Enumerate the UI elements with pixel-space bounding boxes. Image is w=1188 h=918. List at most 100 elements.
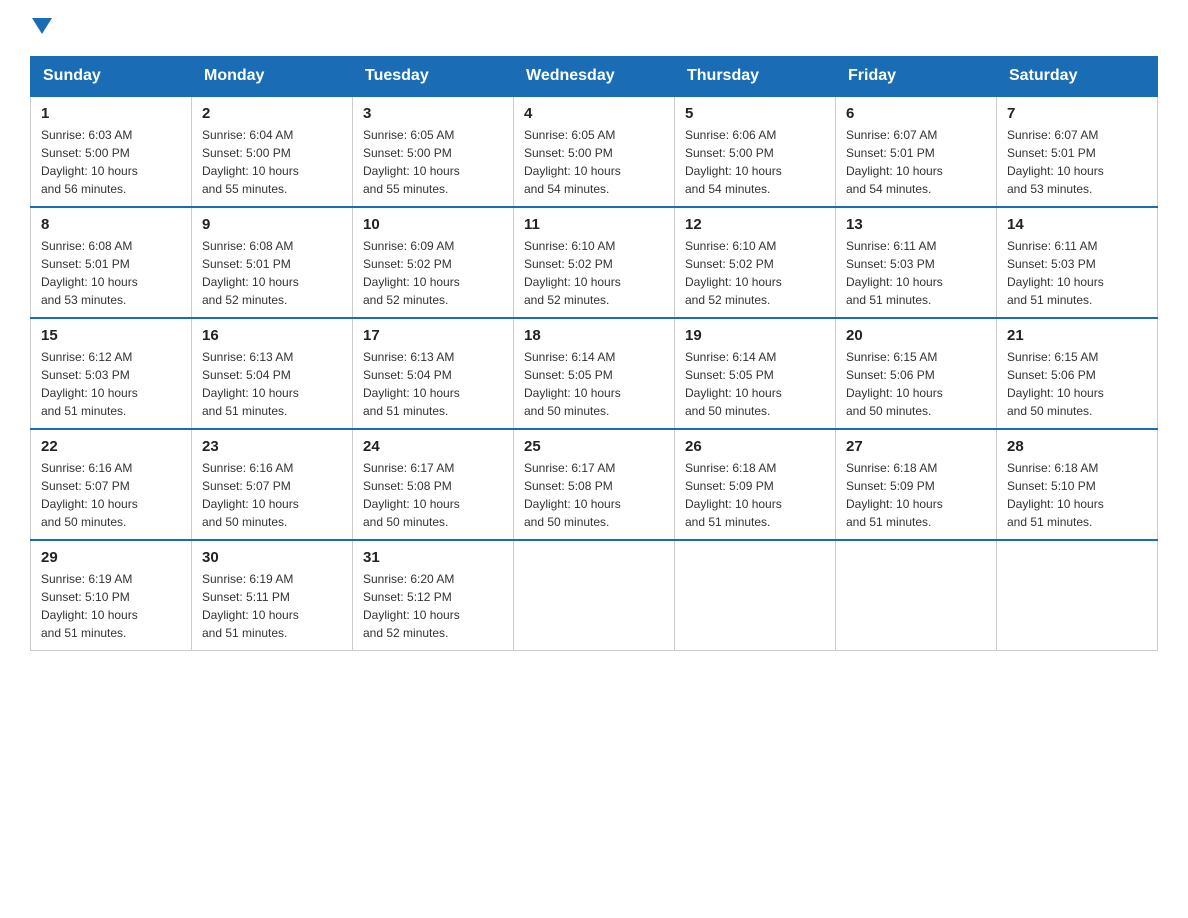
calendar-cell: 3 Sunrise: 6:05 AM Sunset: 5:00 PM Dayli… [353,96,514,207]
calendar-cell: 8 Sunrise: 6:08 AM Sunset: 5:01 PM Dayli… [31,207,192,318]
calendar-cell [514,540,675,651]
calendar-cell: 9 Sunrise: 6:08 AM Sunset: 5:01 PM Dayli… [192,207,353,318]
calendar-cell: 13 Sunrise: 6:11 AM Sunset: 5:03 PM Dayl… [836,207,997,318]
calendar-cell [836,540,997,651]
header-cell-thursday: Thursday [675,57,836,97]
calendar-cell [675,540,836,651]
day-number: 24 [363,438,503,455]
calendar-cell: 15 Sunrise: 6:12 AM Sunset: 5:03 PM Dayl… [31,318,192,429]
day-info: Sunrise: 6:07 AM Sunset: 5:01 PM Dayligh… [846,126,986,198]
day-number: 26 [685,438,825,455]
day-info: Sunrise: 6:07 AM Sunset: 5:01 PM Dayligh… [1007,126,1147,198]
day-info: Sunrise: 6:14 AM Sunset: 5:05 PM Dayligh… [685,348,825,420]
day-info: Sunrise: 6:05 AM Sunset: 5:00 PM Dayligh… [524,126,664,198]
calendar-cell: 28 Sunrise: 6:18 AM Sunset: 5:10 PM Dayl… [997,429,1158,540]
calendar-cell: 22 Sunrise: 6:16 AM Sunset: 5:07 PM Dayl… [31,429,192,540]
day-info: Sunrise: 6:12 AM Sunset: 5:03 PM Dayligh… [41,348,181,420]
calendar-cell: 18 Sunrise: 6:14 AM Sunset: 5:05 PM Dayl… [514,318,675,429]
day-number: 25 [524,438,664,455]
day-number: 23 [202,438,342,455]
calendar-header: SundayMondayTuesdayWednesdayThursdayFrid… [31,57,1158,97]
week-row-1: 1 Sunrise: 6:03 AM Sunset: 5:00 PM Dayli… [31,96,1158,207]
calendar-cell: 27 Sunrise: 6:18 AM Sunset: 5:09 PM Dayl… [836,429,997,540]
day-info: Sunrise: 6:08 AM Sunset: 5:01 PM Dayligh… [41,237,181,309]
day-info: Sunrise: 6:15 AM Sunset: 5:06 PM Dayligh… [1007,348,1147,420]
calendar-cell: 29 Sunrise: 6:19 AM Sunset: 5:10 PM Dayl… [31,540,192,651]
day-number: 19 [685,327,825,344]
day-number: 13 [846,216,986,233]
day-info: Sunrise: 6:20 AM Sunset: 5:12 PM Dayligh… [363,570,503,642]
day-number: 9 [202,216,342,233]
calendar-cell: 25 Sunrise: 6:17 AM Sunset: 5:08 PM Dayl… [514,429,675,540]
day-number: 10 [363,216,503,233]
week-row-4: 22 Sunrise: 6:16 AM Sunset: 5:07 PM Dayl… [31,429,1158,540]
day-number: 27 [846,438,986,455]
day-info: Sunrise: 6:15 AM Sunset: 5:06 PM Dayligh… [846,348,986,420]
day-info: Sunrise: 6:03 AM Sunset: 5:00 PM Dayligh… [41,126,181,198]
day-number: 6 [846,105,986,122]
header-cell-saturday: Saturday [997,57,1158,97]
week-row-5: 29 Sunrise: 6:19 AM Sunset: 5:10 PM Dayl… [31,540,1158,651]
week-row-3: 15 Sunrise: 6:12 AM Sunset: 5:03 PM Dayl… [31,318,1158,429]
day-number: 8 [41,216,181,233]
calendar-cell: 10 Sunrise: 6:09 AM Sunset: 5:02 PM Dayl… [353,207,514,318]
header-cell-friday: Friday [836,57,997,97]
day-number: 3 [363,105,503,122]
day-number: 31 [363,549,503,566]
header-cell-wednesday: Wednesday [514,57,675,97]
day-number: 1 [41,105,181,122]
day-number: 2 [202,105,342,122]
day-info: Sunrise: 6:05 AM Sunset: 5:00 PM Dayligh… [363,126,503,198]
day-number: 7 [1007,105,1147,122]
day-info: Sunrise: 6:11 AM Sunset: 5:03 PM Dayligh… [1007,237,1147,309]
header-cell-sunday: Sunday [31,57,192,97]
calendar-cell: 23 Sunrise: 6:16 AM Sunset: 5:07 PM Dayl… [192,429,353,540]
day-number: 11 [524,216,664,233]
day-info: Sunrise: 6:14 AM Sunset: 5:05 PM Dayligh… [524,348,664,420]
calendar-cell: 20 Sunrise: 6:15 AM Sunset: 5:06 PM Dayl… [836,318,997,429]
logo [30,20,52,36]
day-number: 18 [524,327,664,344]
day-info: Sunrise: 6:10 AM Sunset: 5:02 PM Dayligh… [685,237,825,309]
calendar-cell: 16 Sunrise: 6:13 AM Sunset: 5:04 PM Dayl… [192,318,353,429]
day-info: Sunrise: 6:08 AM Sunset: 5:01 PM Dayligh… [202,237,342,309]
page-header [30,20,1158,36]
day-number: 28 [1007,438,1147,455]
calendar-cell: 1 Sunrise: 6:03 AM Sunset: 5:00 PM Dayli… [31,96,192,207]
week-row-2: 8 Sunrise: 6:08 AM Sunset: 5:01 PM Dayli… [31,207,1158,318]
calendar-cell: 12 Sunrise: 6:10 AM Sunset: 5:02 PM Dayl… [675,207,836,318]
header-cell-monday: Monday [192,57,353,97]
day-info: Sunrise: 6:06 AM Sunset: 5:00 PM Dayligh… [685,126,825,198]
day-info: Sunrise: 6:17 AM Sunset: 5:08 PM Dayligh… [524,459,664,531]
day-number: 29 [41,549,181,566]
day-info: Sunrise: 6:11 AM Sunset: 5:03 PM Dayligh… [846,237,986,309]
day-number: 14 [1007,216,1147,233]
day-number: 21 [1007,327,1147,344]
day-number: 12 [685,216,825,233]
calendar-cell: 17 Sunrise: 6:13 AM Sunset: 5:04 PM Dayl… [353,318,514,429]
day-number: 4 [524,105,664,122]
day-info: Sunrise: 6:18 AM Sunset: 5:09 PM Dayligh… [846,459,986,531]
day-info: Sunrise: 6:13 AM Sunset: 5:04 PM Dayligh… [202,348,342,420]
calendar-cell: 14 Sunrise: 6:11 AM Sunset: 5:03 PM Dayl… [997,207,1158,318]
day-info: Sunrise: 6:16 AM Sunset: 5:07 PM Dayligh… [41,459,181,531]
day-number: 17 [363,327,503,344]
calendar-cell: 2 Sunrise: 6:04 AM Sunset: 5:00 PM Dayli… [192,96,353,207]
day-number: 22 [41,438,181,455]
calendar-cell: 31 Sunrise: 6:20 AM Sunset: 5:12 PM Dayl… [353,540,514,651]
logo-triangle-icon [32,18,52,34]
day-info: Sunrise: 6:19 AM Sunset: 5:11 PM Dayligh… [202,570,342,642]
header-cell-tuesday: Tuesday [353,57,514,97]
day-info: Sunrise: 6:10 AM Sunset: 5:02 PM Dayligh… [524,237,664,309]
calendar-cell: 4 Sunrise: 6:05 AM Sunset: 5:00 PM Dayli… [514,96,675,207]
calendar-cell: 19 Sunrise: 6:14 AM Sunset: 5:05 PM Dayl… [675,318,836,429]
day-number: 15 [41,327,181,344]
day-info: Sunrise: 6:13 AM Sunset: 5:04 PM Dayligh… [363,348,503,420]
calendar-cell: 7 Sunrise: 6:07 AM Sunset: 5:01 PM Dayli… [997,96,1158,207]
calendar-cell [997,540,1158,651]
day-number: 30 [202,549,342,566]
calendar-cell: 26 Sunrise: 6:18 AM Sunset: 5:09 PM Dayl… [675,429,836,540]
day-info: Sunrise: 6:18 AM Sunset: 5:10 PM Dayligh… [1007,459,1147,531]
day-number: 20 [846,327,986,344]
day-info: Sunrise: 6:16 AM Sunset: 5:07 PM Dayligh… [202,459,342,531]
